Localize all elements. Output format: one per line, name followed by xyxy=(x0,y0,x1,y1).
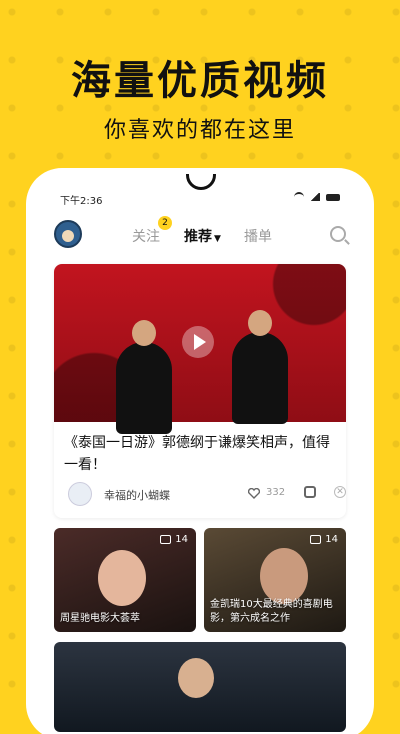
tab-recommend-label: 推荐 xyxy=(184,229,212,245)
author-avatar[interactable] xyxy=(68,482,92,506)
avatar-face xyxy=(62,230,74,242)
tile-thumbnail-face xyxy=(260,548,308,604)
close-icon[interactable]: ✕ xyxy=(334,486,346,498)
wifi-icon xyxy=(294,192,304,202)
tab-follow[interactable]: 关注 xyxy=(132,226,160,246)
author-name[interactable]: 幸福的小蝴蝶 xyxy=(104,487,170,503)
tab-playlist[interactable]: 播单 xyxy=(244,226,272,246)
video-tile[interactable]: 14 周星驰电影大荟萃 xyxy=(54,528,196,632)
top-nav: 关注 2 推荐 ▼ 播单 xyxy=(32,216,368,252)
hero-headline: 海量优质视频 xyxy=(71,58,329,104)
tile-thumbnail-face xyxy=(178,658,214,698)
tile-count-value: 14 xyxy=(325,534,338,545)
phone-frame: 下午2:36 关注 2 推荐 ▼ 播单 《泰国一日游》郭德纲于谦爆笑相声，值得一看… xyxy=(32,174,368,734)
camera-notch xyxy=(186,174,216,190)
tile-count: 14 xyxy=(160,534,188,545)
performer-left xyxy=(116,320,172,434)
status-bar: 下午2:36 xyxy=(32,190,368,208)
battery-icon xyxy=(326,193,340,201)
hero-subline: 你喜欢的都在这里 xyxy=(103,118,296,143)
featured-video-thumbnail[interactable] xyxy=(54,264,346,434)
user-avatar[interactable] xyxy=(54,220,82,248)
playlist-icon xyxy=(310,535,322,544)
status-time: 下午2:36 xyxy=(60,196,103,207)
tile-title: 周星驰电影大荟萃 xyxy=(60,613,140,624)
chevron-down-icon: ▼ xyxy=(214,234,221,244)
tile-count: 14 xyxy=(310,534,338,545)
play-icon[interactable] xyxy=(182,326,214,358)
video-tile[interactable]: 14 金凯瑞10大最经典的喜剧电影，第六成名之作 xyxy=(204,528,346,632)
tab-recommend[interactable]: 推荐 ▼ xyxy=(184,226,221,246)
status-icons xyxy=(294,192,340,202)
featured-video-title[interactable]: 《泰国一日游》郭德纲于谦爆笑相声，值得一看！ xyxy=(64,432,334,476)
playlist-icon xyxy=(160,535,172,544)
performer-right xyxy=(232,310,288,424)
heart-icon[interactable] xyxy=(248,488,260,499)
signal-icon xyxy=(310,193,320,201)
video-tile[interactable] xyxy=(54,642,346,732)
tile-thumbnail-face xyxy=(98,550,146,606)
featured-video-card[interactable]: 《泰国一日游》郭德纲于谦爆笑相声，值得一看！ 幸福的小蝴蝶 332 ✕ xyxy=(54,264,346,518)
share-icon[interactable] xyxy=(304,486,316,498)
search-icon[interactable] xyxy=(330,226,346,242)
tile-title: 金凯瑞10大最经典的喜剧电影，第六成名之作 xyxy=(210,599,333,624)
like-count: 332 xyxy=(266,487,286,498)
tile-count-value: 14 xyxy=(175,534,188,545)
follow-badge: 2 xyxy=(158,216,172,230)
